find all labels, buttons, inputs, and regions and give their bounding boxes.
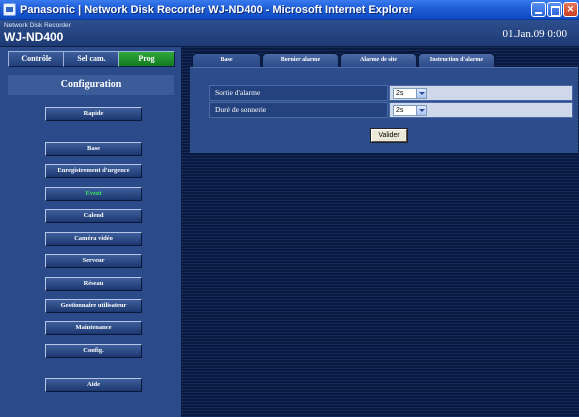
valider-button[interactable]: Valider [370, 128, 408, 143]
tab-instruction-alarme[interactable]: Instruction d'alarme [418, 53, 495, 67]
menu-base-button[interactable]: Base [45, 142, 142, 156]
close-icon[interactable] [563, 2, 578, 17]
minimize-icon[interactable] [531, 2, 546, 17]
mode-prog-button[interactable]: Prog [118, 51, 175, 67]
form-row-sortie-alarme: Sortie d'alarme 2s [209, 85, 573, 101]
settings-form: Sortie d'alarme 2s Duré de sonnerie 2s [209, 85, 573, 119]
menu-calend-button[interactable]: Calend [45, 209, 142, 223]
menu-camera-video-button[interactable]: Caméra vidéo [45, 232, 142, 246]
maximize-icon[interactable] [547, 2, 562, 17]
content-area: Base Bornier alarme Alarme de site Instr… [181, 47, 579, 417]
mode-sel-cam-button[interactable]: Sel cam. [63, 51, 120, 67]
duree-sonnerie-select[interactable]: 2s [393, 105, 427, 116]
menu-config-button[interactable]: Config. [45, 344, 142, 358]
window-title: Panasonic | Network Disk Recorder WJ-ND4… [20, 4, 414, 16]
product-subtitle: Network Disk Recorder [4, 22, 71, 29]
duree-sonnerie-select-value: 2s [396, 107, 404, 114]
date-time: 01.Jan.09 0:00 [502, 28, 567, 40]
chevron-down-icon[interactable] [416, 89, 426, 98]
tab-base[interactable]: Base [192, 53, 261, 67]
form-row-duree-sonnerie: Duré de sonnerie 2s [209, 102, 573, 118]
menu-maintenance-button[interactable]: Maintenance [45, 321, 142, 335]
tab-alarme-de-site[interactable]: Alarme de site [340, 53, 417, 67]
menu-enregistrement-urgence-button[interactable]: Enregistrement d'urgence [45, 164, 142, 178]
sortie-alarme-value-cell: 2s [389, 85, 573, 101]
duree-sonnerie-label: Duré de sonnerie [209, 102, 388, 118]
menu-gestionnaire-utilisateur-button[interactable]: Gestionnaire utilisateur [45, 299, 142, 313]
mode-controle-button[interactable]: Contrôle [8, 51, 65, 67]
menu-event-button[interactable]: Event [45, 187, 142, 201]
sortie-alarme-select-value: 2s [396, 90, 404, 97]
product-model: WJ-ND400 [4, 30, 64, 44]
menu-rapide-button[interactable]: Rapide [45, 107, 142, 121]
menu-serveur-button[interactable]: Serveur [45, 254, 142, 268]
tab-bornier-alarme[interactable]: Bornier alarme [262, 53, 339, 67]
duree-sonnerie-value-cell: 2s [389, 102, 573, 118]
left-panel: Contrôle Sel cam. Prog Configuration Rap… [0, 47, 181, 417]
app-header: Network Disk Recorder WJ-ND400 01.Jan.09… [0, 20, 579, 47]
sidebar-title: Configuration [8, 75, 174, 95]
chevron-down-icon[interactable] [416, 106, 426, 115]
window-title-bar: Panasonic | Network Disk Recorder WJ-ND4… [0, 0, 579, 20]
menu-aide-button[interactable]: Aide [45, 378, 142, 392]
internet-explorer-icon [3, 3, 16, 16]
sortie-alarme-label: Sortie d'alarme [209, 85, 388, 101]
settings-panel: Sortie d'alarme 2s Duré de sonnerie 2s V… [190, 67, 578, 153]
sortie-alarme-select[interactable]: 2s [393, 88, 427, 99]
menu-reseau-button[interactable]: Réseau [45, 277, 142, 291]
